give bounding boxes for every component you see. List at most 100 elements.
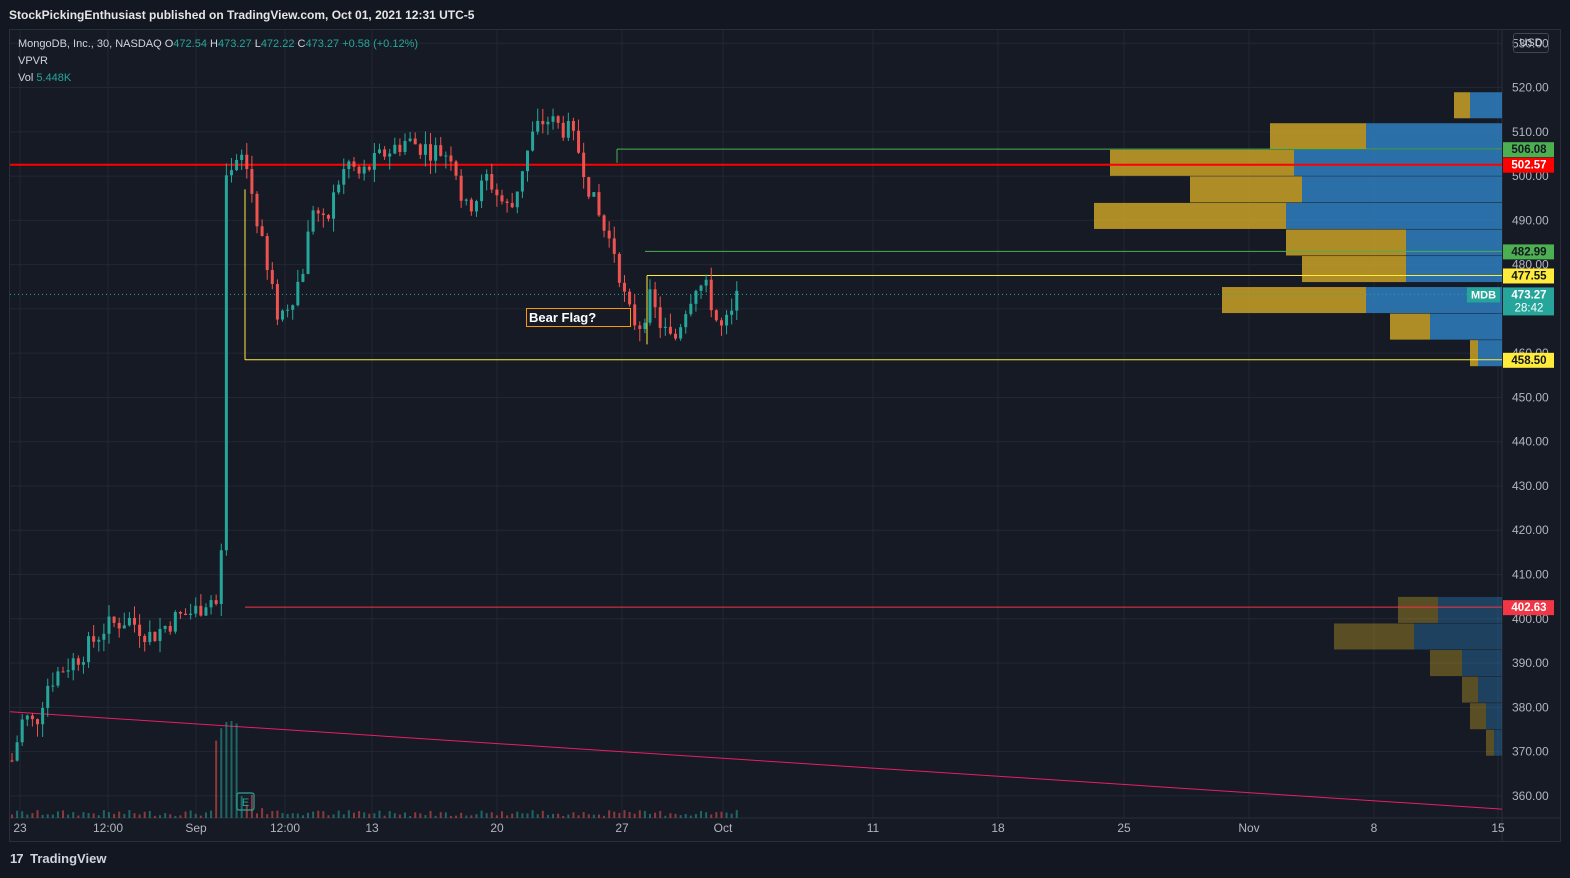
- candle-body: [25, 715, 29, 720]
- volume-bar: [694, 814, 697, 818]
- vpvr-up-bar: [1478, 676, 1502, 703]
- candle-body: [122, 625, 126, 629]
- volume-bar: [327, 815, 330, 818]
- candle-body: [41, 707, 45, 725]
- chart-legend: MongoDB, Inc., 30, NASDAQ O472.54 H473.2…: [18, 36, 418, 87]
- volume-bar: [46, 814, 49, 818]
- candle-body: [526, 150, 530, 172]
- open-label: O: [164, 38, 174, 50]
- volume-bar: [342, 814, 345, 818]
- indicator-vpvr[interactable]: VPVR: [18, 53, 418, 70]
- volume-bar: [485, 813, 488, 818]
- candle-body: [668, 326, 672, 334]
- candle-body: [444, 155, 448, 157]
- candle-body: [240, 154, 244, 160]
- candle-body: [250, 169, 254, 194]
- candle-body: [347, 161, 351, 170]
- currency-button[interactable]: USD: [1513, 33, 1549, 53]
- candle-body: [372, 153, 376, 170]
- candle-body: [551, 116, 555, 122]
- volume-bar: [107, 812, 110, 818]
- volume-bar: [16, 810, 19, 818]
- candle-body: [51, 685, 55, 687]
- volume-bar: [460, 812, 463, 818]
- candle-body: [132, 617, 136, 625]
- candle-body: [87, 636, 91, 663]
- high-label: H: [210, 38, 218, 50]
- volume-bar: [204, 812, 207, 818]
- candle-body: [316, 210, 320, 214]
- volume-bar: [546, 814, 549, 818]
- price-tick-label: 420.00: [1512, 523, 1549, 537]
- volume-bar: [725, 812, 728, 818]
- candle-body: [699, 285, 703, 291]
- candle-body: [245, 154, 249, 170]
- price-tick-label: 410.00: [1512, 568, 1549, 582]
- candle-body: [20, 719, 24, 743]
- vpvr-up-bar: [1438, 596, 1502, 623]
- candle-body: [138, 624, 142, 636]
- candle-body: [429, 144, 433, 161]
- candle-body: [352, 161, 356, 167]
- volume-bar: [189, 810, 192, 818]
- candle-body: [388, 153, 392, 157]
- vpvr-down-bar: [1486, 729, 1494, 756]
- symbol-tag-text: MDB: [1471, 289, 1496, 301]
- vpvr-up-bar: [1462, 650, 1502, 677]
- time-tick-label: Nov: [1238, 821, 1259, 835]
- volume-bar: [603, 815, 606, 818]
- candle-body: [663, 326, 667, 328]
- tradingview-footer[interactable]: 17 TradingView: [10, 851, 106, 866]
- candle-body: [689, 303, 693, 315]
- volume-bar: [475, 814, 478, 818]
- descending-trendline: [9, 711, 1503, 810]
- vpvr-down-bar: [1110, 149, 1294, 176]
- candle-body: [286, 309, 290, 311]
- candle-body: [566, 120, 570, 138]
- candle-body: [418, 144, 422, 155]
- volume-bar: [92, 813, 95, 818]
- symbol-title[interactable]: MongoDB, Inc., 30, NASDAQ: [18, 38, 162, 50]
- volume-row[interactable]: Vol 5.448K: [18, 70, 418, 87]
- volume-bar: [618, 812, 621, 818]
- volume-bar: [674, 813, 677, 818]
- candle-body: [117, 622, 121, 629]
- volume-bar: [567, 814, 570, 818]
- candle-body: [255, 193, 259, 227]
- volume-bar: [577, 815, 580, 818]
- vpvr-up-bar: [1366, 123, 1502, 150]
- candle-body: [143, 635, 147, 643]
- volume-bar: [11, 814, 13, 818]
- volume-bar: [597, 814, 600, 818]
- price-chart[interactable]: 360.00370.00380.00390.00400.00410.00420.…: [0, 0, 1570, 878]
- volume-bar: [194, 813, 197, 818]
- volume-bar: [97, 815, 100, 818]
- candle-body: [61, 671, 65, 673]
- candle-body: [383, 149, 387, 157]
- change-value: +0.58 (+0.12%): [342, 38, 419, 50]
- time-tick-label: 12:00: [270, 821, 300, 835]
- volume-bar: [179, 815, 182, 818]
- price-tick-label: 510.00: [1512, 125, 1549, 139]
- volume-bar: [378, 810, 381, 818]
- price-label-text: 506.08: [1511, 144, 1547, 156]
- candle-body: [224, 175, 228, 551]
- volume-bar: [500, 811, 503, 818]
- candle-body: [97, 639, 101, 642]
- time-tick-label: 18: [991, 821, 1005, 835]
- volume-bar: [347, 810, 350, 818]
- bear-flag-annotation[interactable]: Bear Flag?: [526, 308, 631, 327]
- vol-label: Vol: [18, 72, 34, 84]
- volume-bar: [536, 814, 539, 818]
- candle-body: [260, 226, 264, 237]
- volume-bar: [153, 815, 156, 818]
- volume-bar: [659, 810, 662, 818]
- volume-bar: [250, 794, 253, 818]
- volume-bar: [143, 811, 146, 818]
- vpvr-up-bar: [1478, 340, 1502, 367]
- candle-body: [10, 760, 14, 762]
- low-value: 472.22: [260, 38, 295, 50]
- candle-body: [337, 184, 341, 193]
- candle-body: [643, 322, 647, 329]
- volume-bar: [312, 811, 315, 818]
